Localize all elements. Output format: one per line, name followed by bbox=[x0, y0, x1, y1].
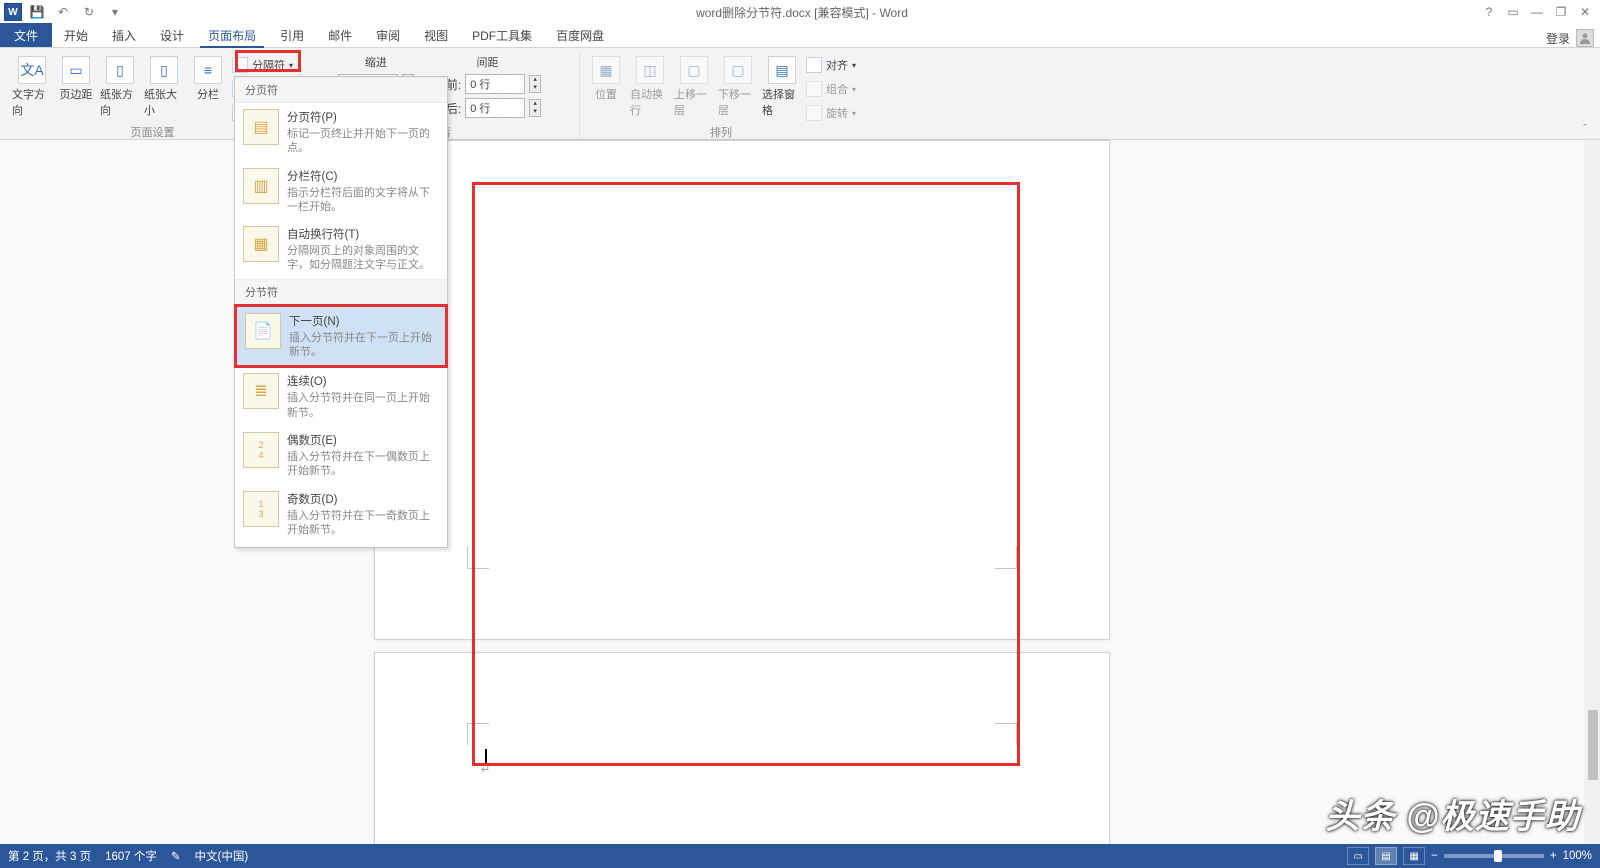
paragraph-mark-icon: ↵ bbox=[481, 763, 490, 776]
title-bar: W 💾 ↶ ↻ ▾ word删除分节符.docx [兼容模式] - Word ?… bbox=[0, 0, 1600, 24]
orientation-button[interactable]: ▯纸张方向 bbox=[100, 52, 140, 118]
ribbon-tabs: 文件 开始 插入 设计 页面布局 引用 邮件 审阅 视图 PDF工具集 百度网盘… bbox=[0, 24, 1600, 48]
menu-item-continuous-section-break[interactable]: ≣ 连续(O)插入分节符并在同一页上开始新节。 bbox=[235, 367, 447, 426]
menu-item-page-break[interactable]: ▤ 分页符(P)标记一页终止并开始下一页的点。 bbox=[235, 103, 447, 162]
spacing-before-spinner[interactable]: ▴▾ bbox=[529, 75, 541, 93]
status-page-number[interactable]: 第 2 页，共 3 页 bbox=[8, 848, 91, 864]
text-direction-button[interactable]: 文A文字方向 bbox=[12, 52, 52, 118]
status-word-count[interactable]: 1607 个字 bbox=[105, 848, 157, 864]
send-backward-button[interactable]: ▢下移一层 bbox=[718, 52, 758, 118]
indent-label: 缩进 bbox=[338, 54, 414, 70]
status-language[interactable]: 中文(中国) bbox=[195, 848, 249, 864]
bring-forward-button[interactable]: ▢上移一层 bbox=[674, 52, 714, 118]
view-read-mode-button[interactable]: ▭ bbox=[1347, 847, 1369, 865]
menu-item-column-break[interactable]: ▥ 分栏符(C)指示分栏符后面的文字将从下一栏开始。 bbox=[235, 162, 447, 221]
dropdown-section-page-breaks: 分页符 bbox=[235, 77, 447, 103]
restore-button[interactable]: ❐ bbox=[1550, 2, 1572, 22]
rotate-button[interactable]: 旋转▾ bbox=[806, 102, 856, 124]
margins-button[interactable]: ▭页边距 bbox=[56, 52, 96, 102]
group-label-page-setup: 页面设置 bbox=[131, 124, 175, 140]
group-arrange: ▦位置 ◫自动换行 ▢上移一层 ▢下移一层 ▤选择窗格 对齐▾ 组合▾ 旋转▾ … bbox=[580, 52, 862, 140]
selection-pane-button[interactable]: ▤选择窗格 bbox=[762, 52, 802, 118]
view-web-layout-button[interactable]: ▦ bbox=[1403, 847, 1425, 865]
word-app-icon: W bbox=[4, 3, 22, 21]
tab-references[interactable]: 引用 bbox=[268, 23, 316, 47]
login-link[interactable]: 登录 bbox=[1546, 30, 1570, 47]
columns-button[interactable]: ≡分栏 bbox=[188, 52, 228, 102]
zoom-in-button[interactable]: + bbox=[1550, 850, 1557, 862]
qat-redo-button[interactable]: ↻ bbox=[78, 2, 100, 22]
menu-item-text-wrapping-break[interactable]: ▦ 自动换行符(T)分隔网页上的对象周围的文字，如分隔题注文字与正文。 bbox=[235, 220, 447, 279]
scrollbar-thumb[interactable] bbox=[1588, 710, 1598, 780]
text-cursor bbox=[485, 749, 487, 763]
group-label-arrange: 排列 bbox=[710, 124, 732, 140]
window-title: word删除分节符.docx [兼容模式] - Word bbox=[126, 4, 1478, 21]
group-objects-button[interactable]: 组合▾ bbox=[806, 78, 856, 100]
zoom-level[interactable]: 100% bbox=[1563, 850, 1592, 862]
menu-item-odd-page-section-break[interactable]: 13 奇数页(D)插入分节符并在下一奇数页上开始新节。 bbox=[235, 485, 447, 544]
tab-insert[interactable]: 插入 bbox=[100, 23, 148, 47]
qat-customize-button[interactable]: ▾ bbox=[104, 2, 126, 22]
watermark-text: 头条 @极速手助 bbox=[1325, 789, 1580, 838]
continuous-break-icon: ≣ bbox=[243, 373, 279, 409]
spacing-before-input[interactable]: 0 行 bbox=[465, 74, 525, 94]
vertical-scrollbar[interactable] bbox=[1584, 140, 1600, 844]
tab-file[interactable]: 文件 bbox=[0, 23, 52, 47]
user-avatar-icon[interactable] bbox=[1576, 29, 1594, 47]
position-button[interactable]: ▦位置 bbox=[586, 52, 626, 102]
menu-item-even-page-section-break[interactable]: 24 偶数页(E)插入分节符并在下一偶数页上开始新节。 bbox=[235, 426, 447, 485]
tab-view[interactable]: 视图 bbox=[412, 23, 460, 47]
document-page-2: ↵ bbox=[374, 652, 1110, 852]
even-page-break-icon: 24 bbox=[243, 432, 279, 468]
tab-page-layout[interactable]: 页面布局 bbox=[196, 23, 268, 47]
collapse-ribbon-button[interactable]: ˆ bbox=[1576, 123, 1594, 137]
tab-design[interactable]: 设计 bbox=[148, 23, 196, 47]
odd-page-break-icon: 13 bbox=[243, 491, 279, 527]
minimize-button[interactable]: — bbox=[1526, 2, 1548, 22]
breaks-button[interactable]: 分隔符▾ bbox=[232, 54, 293, 76]
menu-item-next-page-section-break[interactable]: 📄 下一页(N)插入分节符并在下一页上开始新节。 bbox=[236, 306, 446, 367]
wrap-text-button[interactable]: ◫自动换行 bbox=[630, 52, 670, 118]
status-proofing-icon[interactable]: ✎ bbox=[171, 849, 181, 863]
align-button[interactable]: 对齐▾ bbox=[806, 54, 856, 76]
next-page-break-icon: 📄 bbox=[245, 313, 281, 349]
tab-baidu[interactable]: 百度网盘 bbox=[544, 23, 616, 47]
column-break-icon: ▥ bbox=[243, 168, 279, 204]
close-button[interactable]: ✕ bbox=[1574, 2, 1596, 22]
document-page-1 bbox=[374, 140, 1110, 640]
view-print-layout-button[interactable]: ▤ bbox=[1375, 847, 1397, 865]
tab-mailings[interactable]: 邮件 bbox=[316, 23, 364, 47]
spacing-after-input[interactable]: 0 行 bbox=[465, 98, 525, 118]
zoom-out-button[interactable]: − bbox=[1431, 850, 1438, 862]
spacing-label: 间距 bbox=[434, 54, 541, 70]
ribbon-display-button[interactable]: ▭ bbox=[1502, 2, 1524, 22]
qat-undo-button[interactable]: ↶ bbox=[52, 2, 74, 22]
text-wrap-break-icon: ▦ bbox=[243, 226, 279, 262]
size-button[interactable]: ▯纸张大小 bbox=[144, 52, 184, 118]
breaks-dropdown-menu: 分页符 ▤ 分页符(P)标记一页终止并开始下一页的点。 ▥ 分栏符(C)指示分栏… bbox=[234, 76, 448, 548]
dropdown-section-section-breaks: 分节符 bbox=[235, 279, 447, 305]
page-break-icon: ▤ bbox=[243, 109, 279, 145]
help-button[interactable]: ? bbox=[1478, 2, 1500, 22]
spacing-after-spinner[interactable]: ▴▾ bbox=[529, 99, 541, 117]
tab-review[interactable]: 审阅 bbox=[364, 23, 412, 47]
tab-pdf-tools[interactable]: PDF工具集 bbox=[460, 23, 544, 47]
tab-home[interactable]: 开始 bbox=[52, 23, 100, 47]
qat-save-button[interactable]: 💾 bbox=[26, 2, 48, 22]
zoom-slider[interactable] bbox=[1444, 854, 1544, 858]
status-bar: 第 2 页，共 3 页 1607 个字 ✎ 中文(中国) ▭ ▤ ▦ − + 1… bbox=[0, 844, 1600, 868]
